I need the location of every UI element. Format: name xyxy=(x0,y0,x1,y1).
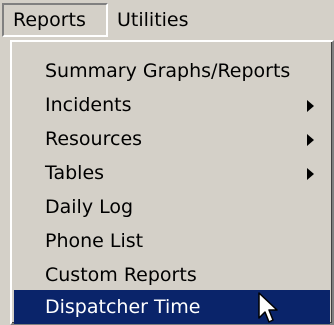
menu-item-summary-graphs-reports[interactable]: Summary Graphs/Reports xyxy=(14,54,330,88)
application-window: Reports Utilities Summary Graphs/Reports… xyxy=(0,0,334,325)
menu-item-custom-reports[interactable]: Custom Reports xyxy=(14,258,330,292)
submenu-arrow-icon xyxy=(307,134,314,146)
menu-reports[interactable]: Reports xyxy=(2,3,108,37)
menu-item-phone-list[interactable]: Phone List xyxy=(14,224,330,258)
menu-item-label: Tables xyxy=(45,162,105,184)
submenu-arrow-icon xyxy=(307,168,314,180)
menu-item-resources[interactable]: Resources xyxy=(14,122,330,156)
menu-utilities[interactable]: Utilities xyxy=(108,3,198,37)
menu-item-label: Incidents xyxy=(45,94,132,116)
menu-item-daily-log[interactable]: Daily Log xyxy=(14,190,330,224)
reports-dropdown-menu: Summary Graphs/Reports Incidents Resourc… xyxy=(10,40,334,325)
submenu-arrow-icon xyxy=(307,100,314,112)
mouse-pointer-icon xyxy=(258,292,278,323)
menu-item-dispatcher-time[interactable]: Dispatcher Time xyxy=(14,290,330,324)
menu-item-tables[interactable]: Tables xyxy=(14,156,330,190)
menu-item-label: Resources xyxy=(45,128,143,150)
menu-item-incidents[interactable]: Incidents xyxy=(14,88,330,122)
menu-bar: Reports Utilities xyxy=(0,0,334,40)
